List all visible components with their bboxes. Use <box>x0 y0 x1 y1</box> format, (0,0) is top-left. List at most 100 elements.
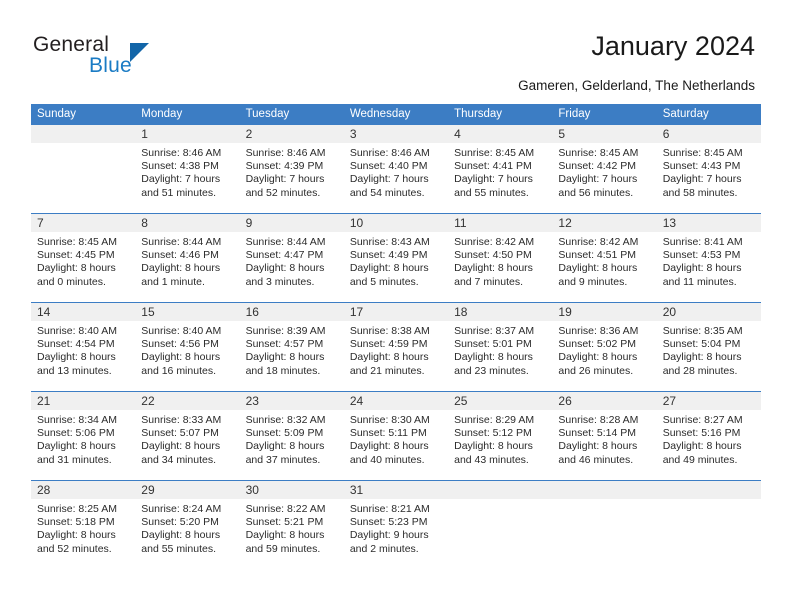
day-daylight1-text: Daylight: 8 hours <box>454 351 533 364</box>
weekday-header-monday: Monday <box>141 108 183 120</box>
day-daylight1-text: Daylight: 8 hours <box>662 351 742 364</box>
day-cell[interactable]: 13 Sunrise: 8:41 AM Sunset: 4:53 PM Dayligh… <box>656 214 761 302</box>
day-number: 4 <box>448 125 553 143</box>
day-cell[interactable]: 4 Sunrise: 8:45 AM Sunset: 4:41 PM Daylight… <box>448 125 553 213</box>
day-sunset-text: Sunset: 4:56 PM <box>141 338 219 351</box>
day-sunset-text: Sunset: 4:53 PM <box>662 249 741 262</box>
day-sunrise-text: Sunrise: 8:35 AM <box>662 325 743 337</box>
general-blue-logo[interactable]: General Blue <box>33 33 173 79</box>
day-daylight1-text: Daylight: 7 hours <box>349 173 429 186</box>
calendar-week-row: 7 Sunrise: 8:45 AM Sunset: 4:45 PM Daylight… <box>31 213 761 302</box>
day-daylight1-text: Daylight: 8 hours <box>245 351 325 364</box>
day-info <box>552 499 656 569</box>
day-cell[interactable]: 18 Sunrise: 8:37 AM Sunset: 5:01 PM Dayligh… <box>448 303 553 391</box>
day-daylight2-text: and 52 minutes. <box>37 542 112 555</box>
day-daylight2-text: and 46 minutes. <box>558 453 634 466</box>
day-sunset-text: Sunset: 5:14 PM <box>558 427 637 440</box>
day-info: Sunrise: 8:45 AM Sunset: 4:43 PM Daylight:… <box>657 143 761 213</box>
day-daylight1-text: Daylight: 8 hours <box>558 440 638 453</box>
day-daylight1-text: Daylight: 8 hours <box>558 351 638 364</box>
day-cell[interactable]: 5 Sunrise: 8:45 AM Sunset: 4:42 PM Daylight… <box>552 125 657 213</box>
day-sunrise-text: Sunrise: 8:46 AM <box>245 147 326 159</box>
day-cell[interactable]: 30 Sunrise: 8:22 AM Sunset: 5:21 PM Dayligh… <box>239 481 344 569</box>
day-cell[interactable]: 9 Sunrise: 8:44 AM Sunset: 4:47 PM Daylight… <box>239 214 344 302</box>
weekday-header-saturday: Saturday <box>662 108 709 120</box>
weekday-header-tuesday: Tuesday <box>245 108 290 120</box>
day-info: Sunrise: 8:44 AM Sunset: 4:47 PM Daylight:… <box>240 232 344 302</box>
day-daylight2-text: and 9 minutes. <box>558 275 628 288</box>
day-daylight1-text: Daylight: 8 hours <box>245 529 325 542</box>
day-cell[interactable]: 21 Sunrise: 8:34 AM Sunset: 5:06 PM Dayligh… <box>31 392 136 480</box>
day-cell[interactable]: 27 Sunrise: 8:27 AM Sunset: 5:16 PM Dayligh… <box>656 392 761 480</box>
day-number: 20 <box>656 303 761 321</box>
day-cell[interactable]: 29 Sunrise: 8:24 AM Sunset: 5:20 PM Dayligh… <box>135 481 240 569</box>
day-number <box>448 481 553 499</box>
day-cell[interactable]: 12 Sunrise: 8:42 AM Sunset: 4:51 PM Dayligh… <box>552 214 657 302</box>
day-cell[interactable]: 1 Sunrise: 8:46 AM Sunset: 4:38 PM Daylight… <box>135 125 240 213</box>
day-info: Sunrise: 8:41 AM Sunset: 4:53 PM Daylight:… <box>657 232 761 302</box>
day-info <box>657 499 761 569</box>
day-number: 25 <box>448 392 553 410</box>
day-cell[interactable]: 11 Sunrise: 8:42 AM Sunset: 4:50 PM Dayligh… <box>448 214 553 302</box>
day-cell[interactable]: 16 Sunrise: 8:39 AM Sunset: 4:57 PM Dayligh… <box>239 303 344 391</box>
day-cell[interactable]: 25 Sunrise: 8:29 AM Sunset: 5:12 PM Dayligh… <box>448 392 553 480</box>
day-cell[interactable]: 10 Sunrise: 8:43 AM Sunset: 4:49 PM Dayligh… <box>343 214 449 302</box>
day-info: Sunrise: 8:46 AM Sunset: 4:40 PM Daylight:… <box>344 143 448 213</box>
day-cell[interactable]: 2 Sunrise: 8:46 AM Sunset: 4:39 PM Daylight… <box>239 125 344 213</box>
calendar-week-row: 21 Sunrise: 8:34 AM Sunset: 5:06 PM Dayligh… <box>31 391 761 480</box>
day-number: 2 <box>239 125 344 143</box>
day-daylight2-text: and 31 minutes. <box>37 453 112 466</box>
day-sunrise-text: Sunrise: 8:29 AM <box>454 414 535 426</box>
day-cell[interactable]: 8 Sunrise: 8:44 AM Sunset: 4:46 PM Daylight… <box>135 214 240 302</box>
day-daylight1-text: Daylight: 8 hours <box>141 440 221 453</box>
day-sunset-text: Sunset: 5:06 PM <box>37 427 115 440</box>
day-info <box>31 143 135 213</box>
day-number: 26 <box>552 392 657 410</box>
day-daylight1-text: Daylight: 7 hours <box>558 173 638 186</box>
day-cell[interactable]: 28 Sunrise: 8:25 AM Sunset: 5:18 PM Dayligh… <box>31 481 136 569</box>
day-daylight2-text: and 34 minutes. <box>141 453 216 466</box>
calendar-week-row: 14 Sunrise: 8:40 AM Sunset: 4:54 PM Dayligh… <box>31 302 761 391</box>
day-cell[interactable]: 24 Sunrise: 8:30 AM Sunset: 5:11 PM Dayligh… <box>343 392 449 480</box>
day-cell[interactable]: 22 Sunrise: 8:33 AM Sunset: 5:07 PM Dayligh… <box>135 392 240 480</box>
day-cell[interactable]: 26 Sunrise: 8:28 AM Sunset: 5:14 PM Dayligh… <box>552 392 657 480</box>
logo-text-blue: Blue <box>89 54 132 77</box>
day-info: Sunrise: 8:30 AM Sunset: 5:11 PM Daylight:… <box>344 410 448 480</box>
day-sunset-text: Sunset: 5:18 PM <box>37 516 115 529</box>
day-sunrise-text: Sunrise: 8:45 AM <box>558 147 639 159</box>
day-cell[interactable]: 3 Sunrise: 8:46 AM Sunset: 4:40 PM Daylight… <box>343 125 449 213</box>
day-daylight1-text: Daylight: 8 hours <box>558 262 638 275</box>
day-sunrise-text: Sunrise: 8:33 AM <box>141 414 222 426</box>
day-cell[interactable]: 20 Sunrise: 8:35 AM Sunset: 5:04 PM Dayligh… <box>656 303 761 391</box>
day-sunrise-text: Sunrise: 8:45 AM <box>662 147 743 159</box>
day-cell[interactable]: 17 Sunrise: 8:38 AM Sunset: 4:59 PM Dayligh… <box>343 303 449 391</box>
day-sunset-text: Sunset: 4:54 PM <box>37 338 115 351</box>
day-cell[interactable]: 14 Sunrise: 8:40 AM Sunset: 4:54 PM Dayligh… <box>31 303 136 391</box>
day-sunset-text: Sunset: 5:09 PM <box>245 427 324 440</box>
day-daylight2-text: and 28 minutes. <box>662 364 738 377</box>
logo-triangle-icon <box>130 43 149 62</box>
day-number: 7 <box>31 214 136 232</box>
day-cell[interactable]: 23 Sunrise: 8:32 AM Sunset: 5:09 PM Dayligh… <box>239 392 344 480</box>
day-daylight2-text: and 3 minutes. <box>245 275 315 288</box>
day-sunrise-text: Sunrise: 8:46 AM <box>141 147 222 159</box>
day-cell[interactable]: 6 Sunrise: 8:45 AM Sunset: 4:43 PM Daylight… <box>656 125 761 213</box>
day-info: Sunrise: 8:27 AM Sunset: 5:16 PM Daylight:… <box>657 410 761 480</box>
day-number: 8 <box>135 214 240 232</box>
day-sunset-text: Sunset: 5:04 PM <box>662 338 741 351</box>
day-daylight1-text: Daylight: 8 hours <box>141 351 221 364</box>
day-cell[interactable]: 19 Sunrise: 8:36 AM Sunset: 5:02 PM Dayligh… <box>552 303 657 391</box>
day-daylight1-text: Daylight: 8 hours <box>37 529 116 542</box>
day-daylight2-text: and 51 minutes. <box>141 186 216 199</box>
day-number: 24 <box>343 392 449 410</box>
day-number: 13 <box>656 214 761 232</box>
day-info: Sunrise: 8:37 AM Sunset: 5:01 PM Daylight:… <box>448 321 552 391</box>
day-sunrise-text: Sunrise: 8:30 AM <box>349 414 430 426</box>
day-daylight2-text: and 5 minutes. <box>349 275 419 288</box>
day-sunrise-text: Sunrise: 8:21 AM <box>349 503 430 515</box>
day-cell[interactable]: 31 Sunrise: 8:21 AM Sunset: 5:23 PM Dayligh… <box>343 481 449 569</box>
day-cell-empty <box>552 481 657 569</box>
day-cell[interactable]: 7 Sunrise: 8:45 AM Sunset: 4:45 PM Daylight… <box>31 214 136 302</box>
day-daylight2-text: and 55 minutes. <box>454 186 529 199</box>
day-cell[interactable]: 15 Sunrise: 8:40 AM Sunset: 4:56 PM Dayligh… <box>135 303 240 391</box>
